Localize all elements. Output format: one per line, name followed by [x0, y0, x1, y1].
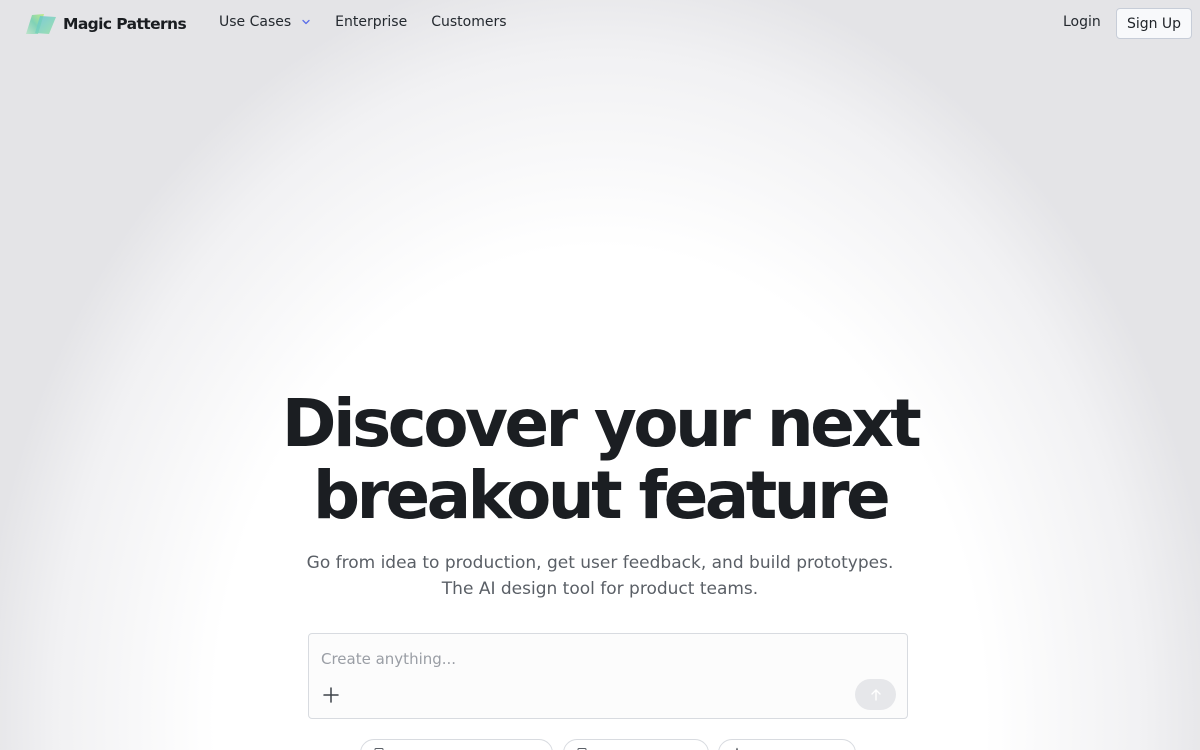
login-link[interactable]: Login: [1063, 14, 1101, 30]
nav-item-enterprise[interactable]: Enterprise: [335, 14, 407, 30]
hero-headline: Discover your next breakout feature: [0, 388, 1200, 532]
top-navbar: Magic Patterns Use Cases Enterprise Cust…: [0, 0, 1200, 48]
nav-item-use-cases[interactable]: Use Cases: [219, 14, 311, 30]
nav-item-customers[interactable]: Customers: [431, 14, 506, 30]
nav-item-label: Customers: [431, 14, 507, 30]
suggestion-chip[interactable]: [718, 739, 856, 750]
brand-name: Magic Patterns: [63, 15, 187, 33]
hero-subtitle-line: The AI design tool for product teams.: [441, 579, 759, 599]
arrow-up-icon: [870, 688, 881, 701]
nav-item-label: Use Cases: [219, 14, 292, 30]
hero-subtitle-line: Go from idea to production, get user fee…: [306, 553, 894, 573]
send-button[interactable]: [855, 679, 896, 710]
attach-button[interactable]: [321, 685, 341, 705]
hero-headline-line: breakout feature: [312, 457, 891, 534]
hero-subtitle: Go from idea to production, get user fee…: [0, 550, 1200, 602]
nav-item-label: Enterprise: [335, 14, 408, 30]
brand-logo[interactable]: Magic Patterns: [24, 12, 187, 36]
prompt-input[interactable]: [321, 648, 881, 670]
plus-icon: [323, 687, 339, 703]
suggestion-chip[interactable]: [360, 739, 553, 750]
nav-links: Use Cases Enterprise Customers: [219, 14, 507, 30]
signup-button[interactable]: Sign Up: [1116, 8, 1192, 39]
chevron-down-icon: [302, 19, 310, 25]
hero-headline-line: Discover your next: [281, 385, 922, 462]
suggestion-chip[interactable]: [563, 739, 709, 750]
prompt-box: [308, 633, 908, 719]
suggestion-chips: [0, 739, 1200, 750]
brand-logo-icon: [26, 14, 56, 34]
